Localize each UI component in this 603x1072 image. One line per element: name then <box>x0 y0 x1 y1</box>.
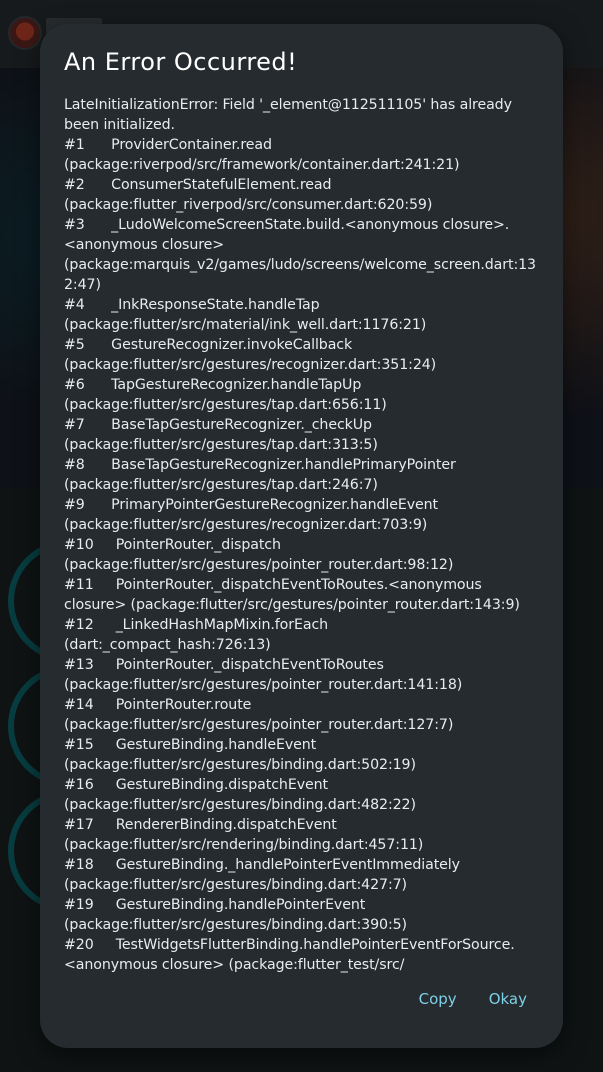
okay-button[interactable]: Okay <box>489 990 527 1008</box>
dialog-title: An Error Occurred! <box>64 48 298 76</box>
error-stack-trace[interactable]: LateInitializationError: Field '_element… <box>64 95 538 975</box>
dialog-actions: Copy Okay <box>419 990 527 1008</box>
error-dialog: An Error Occurred! LateInitializationErr… <box>40 24 563 1048</box>
copy-button[interactable]: Copy <box>419 990 457 1008</box>
